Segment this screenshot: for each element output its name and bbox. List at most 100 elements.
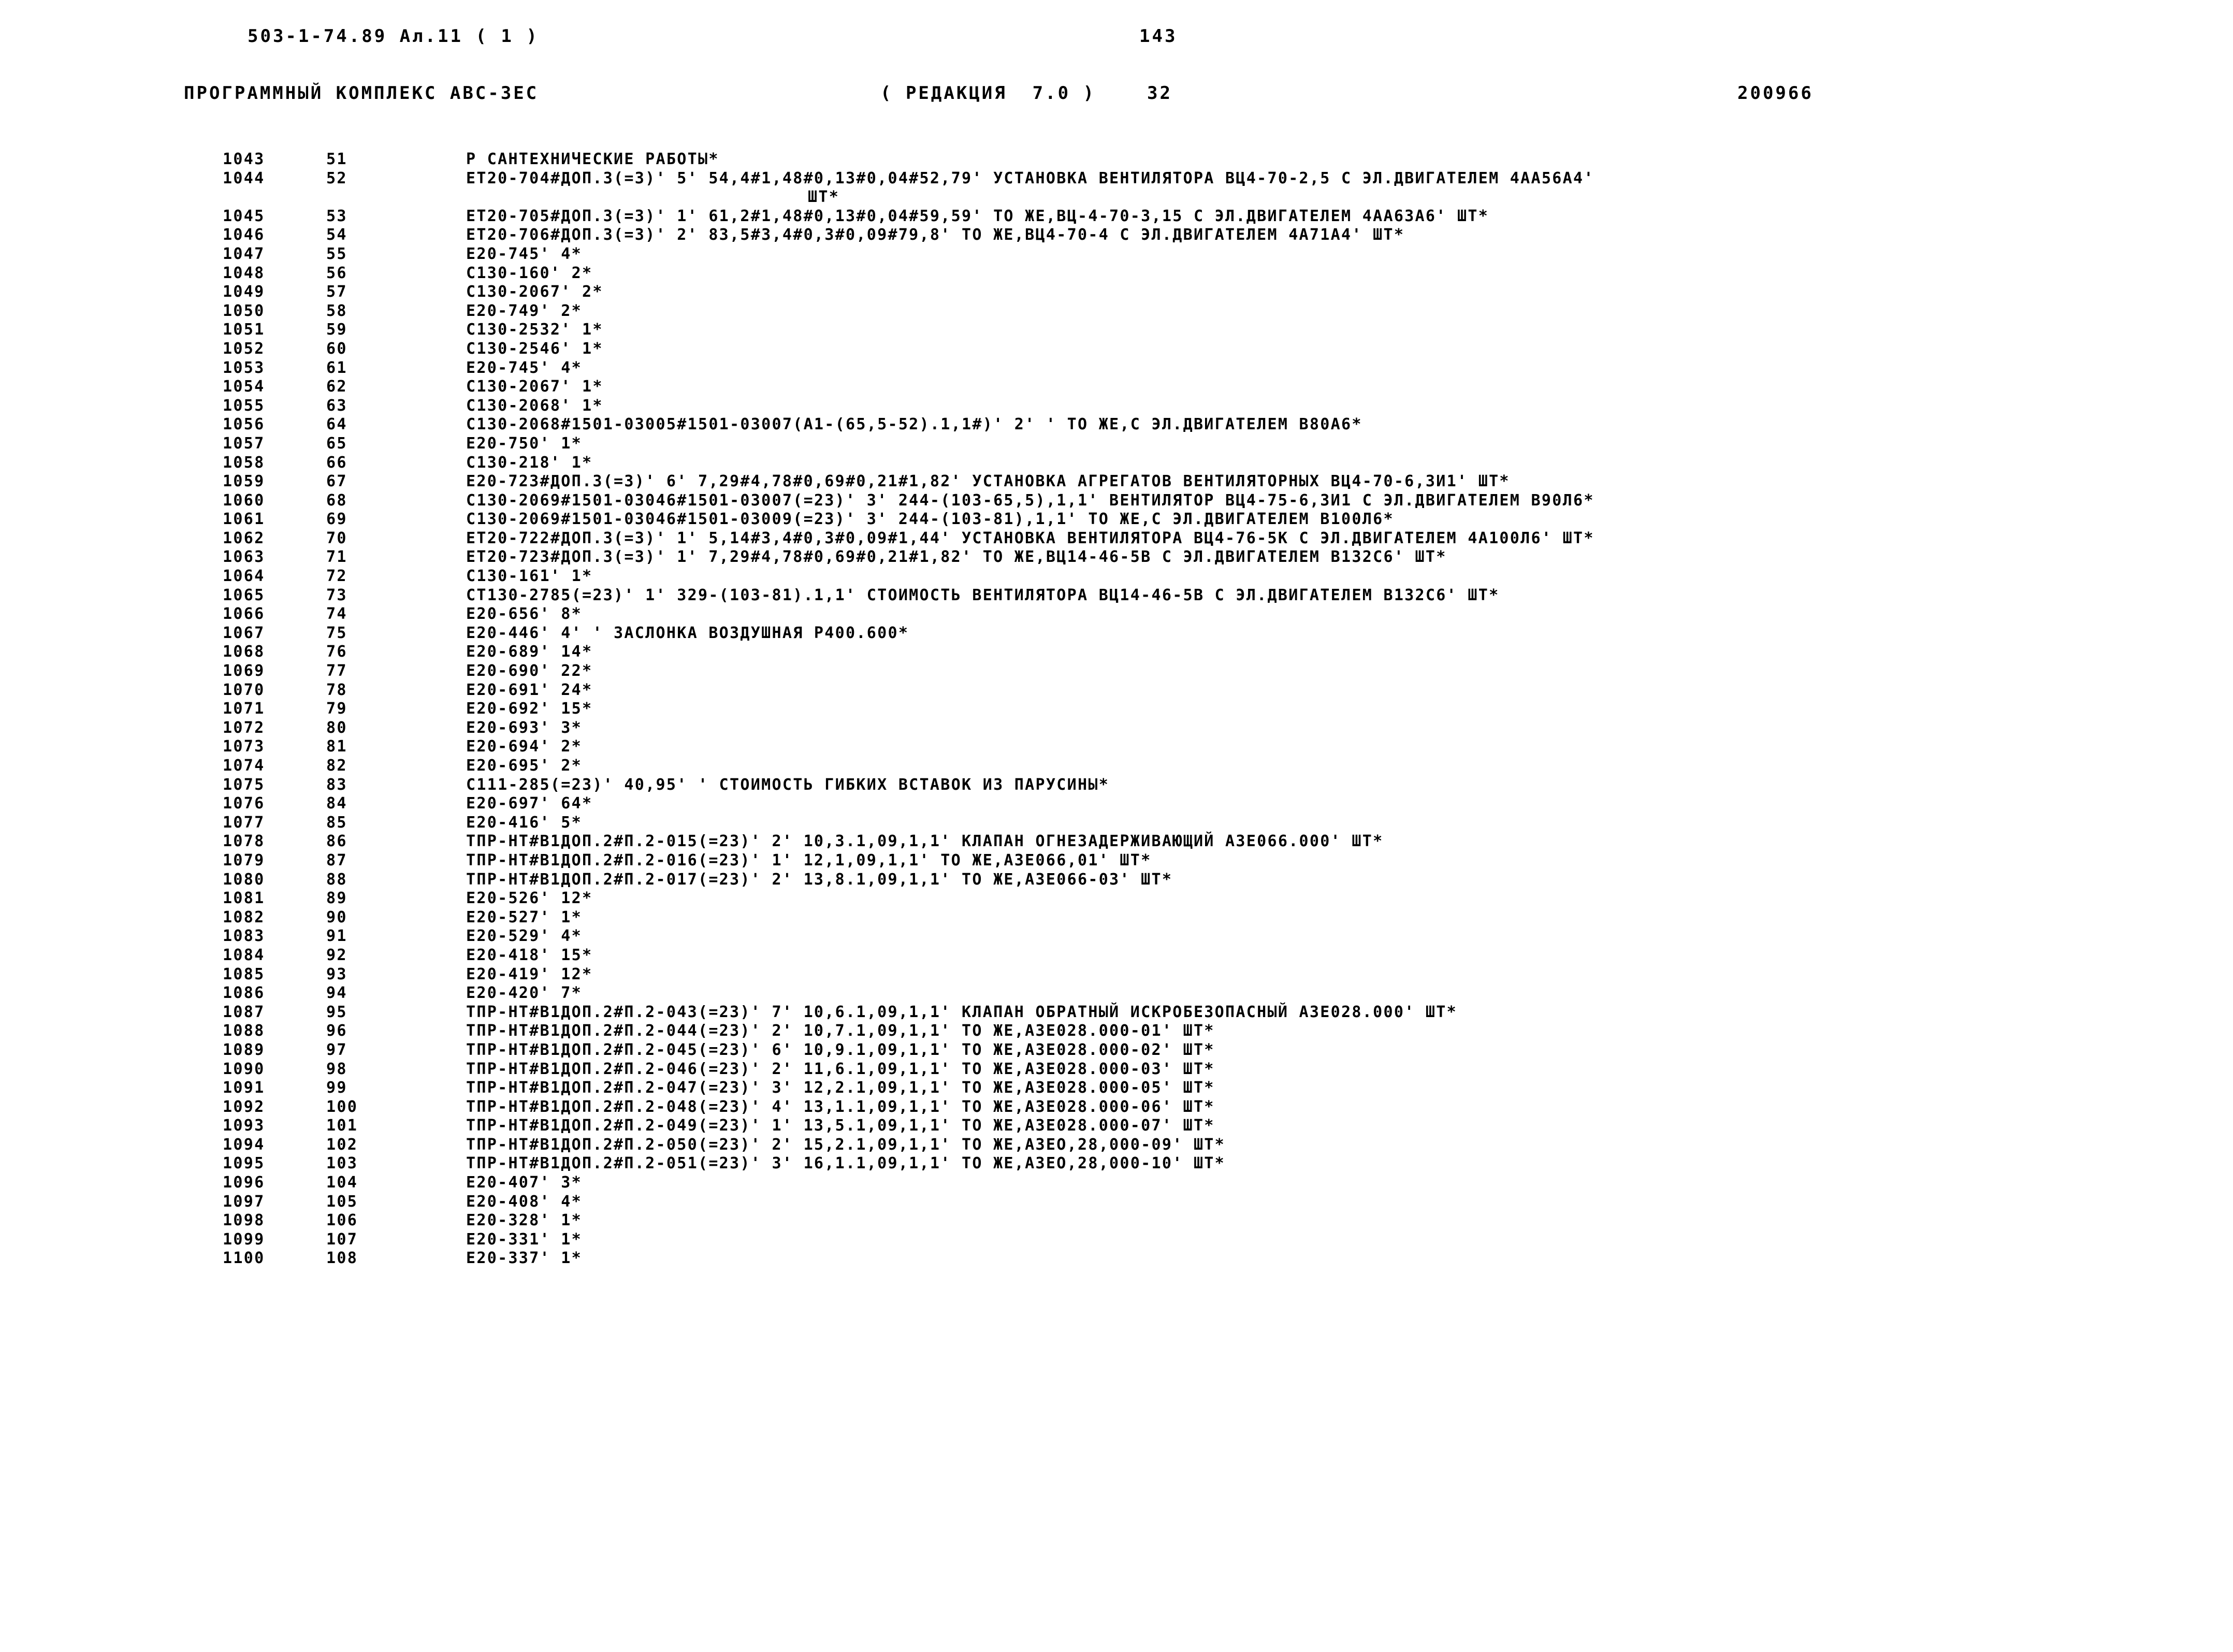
listing-row-item-number: 79	[326, 700, 347, 718]
listing-row-item-number: 81	[326, 737, 347, 756]
listing-row-sequence: 1069	[223, 662, 265, 680]
listing-row: 1088 96 ТПР-НТ#В1ДОП.2#П.2-044(=23)' 2' 10…	[0, 1022, 2233, 1041]
listing-row-sequence: 1093	[223, 1117, 265, 1135]
listing-row: 1069 77 Е20-690' 22*	[0, 662, 2233, 681]
listing-row-text: Е20-692' 15*	[466, 700, 593, 718]
listing-row-item-number: 64	[326, 415, 347, 434]
listing-row-text: ШТ*	[808, 188, 840, 207]
listing-row-item-number: 66	[326, 453, 347, 472]
listing-row-sequence: 1066	[223, 605, 265, 624]
listing-row: 1044 52 ЕТ20-704#ДОП.3(=3)' 5' 54,4#1,48#0…	[0, 169, 2233, 189]
listing-row-sequence: 1076	[223, 794, 265, 813]
listing-row-sequence: 1062	[223, 529, 265, 547]
listing-row-text: Е20-697' 64*	[466, 794, 593, 813]
listing-row: 1065 73 СТ130-2785(=23)' 1' 329-(103-81).1…	[0, 586, 2233, 605]
listing-row: 1079 87 ТПР-НТ#В1ДОП.2#П.2-016(=23)' 1' 12…	[0, 851, 2233, 871]
listing-row: 1046 54 ЕТ20-706#ДОП.3(=3)' 2' 83,5#3,4#0,…	[0, 226, 2233, 245]
listing-row-sequence: 1063	[223, 548, 265, 567]
listing-row-sequence: 1092	[223, 1097, 265, 1116]
listing-row-text: Е20-656' 8*	[466, 605, 582, 624]
listing-row-text: ТПР-НТ#В1ДОП.2#П.2-049(=23)' 1' 13,5.1,0…	[466, 1117, 1215, 1135]
listing-row-sequence: 1044	[223, 169, 265, 187]
listing-row-item-number: 97	[326, 1040, 347, 1059]
listing-row-item-number: 75	[326, 624, 347, 642]
listing-row-text: С130-2068#1501-03005#1501-03007(А1-(65,5…	[466, 415, 1362, 434]
listing-row-text: ЕТ20-704#ДОП.3(=3)' 5' 54,4#1,48#0,13#0,…	[466, 169, 1594, 187]
listing-row: 1054 62 С130-2067' 1*	[0, 378, 2233, 397]
listing-row: 1064 72 С130-161' 1*	[0, 567, 2233, 586]
listing-row-item-number: 106	[326, 1211, 358, 1230]
listing-row-sequence: 1071	[223, 700, 265, 718]
listing-row-text: ТПР-НТ#В1ДОП.2#П.2-047(=23)' 3' 12,2.1,0…	[466, 1079, 1215, 1097]
listing-row: 1099 107 Е20-331' 1*	[0, 1230, 2233, 1250]
listing-row: 1068 76 Е20-689' 14*	[0, 643, 2233, 662]
listing-row: 1063 71 ЕТ20-723#ДОП.3(=3)' 1' 7,29#4,78#0…	[0, 548, 2233, 567]
listing-row-text: С130-2069#1501-03046#1501-03007(=23)' 3'…	[466, 491, 1594, 510]
listing-row: ШТ*	[0, 188, 2233, 207]
listing-row: 1097 105 Е20-408' 4*	[0, 1193, 2233, 1212]
listing-row-text: ЕТ20-706#ДОП.3(=3)' 2' 83,5#3,4#0,3#0,09…	[466, 226, 1405, 244]
listing-row: 1057 65 Е20-750' 1*	[0, 434, 2233, 454]
listing-row-item-number: 65	[326, 434, 347, 453]
listing-row-item-number: 91	[326, 927, 347, 946]
listing-row-text: Е20-691' 24*	[466, 680, 593, 699]
listing-row-sequence: 1098	[223, 1211, 265, 1230]
listing-row: 1093 101 ТПР-НТ#В1ДОП.2#П.2-049(=23)' 1' 1…	[0, 1117, 2233, 1136]
listing-row-text: Е20-446' 4' ' ЗАСЛОНКА ВОЗДУШНАЯ Р400.60…	[466, 624, 909, 642]
listing-row-text: С130-2067' 2*	[466, 283, 603, 301]
listing-row-sequence: 1083	[223, 927, 265, 946]
listing-row-text: ТПР-НТ#В1ДОП.2#П.2-048(=23)' 4' 13,1.1,0…	[466, 1097, 1215, 1116]
listing-row-text: ТПР-НТ#В1ДОП.2#П.2-015(=23)' 2' 10,3.1,0…	[466, 832, 1384, 851]
listing-row-text: Е20-418' 15*	[466, 946, 593, 964]
listing-row-sequence: 1050	[223, 301, 265, 320]
listing-row-text: ТПР-НТ#В1ДОП.2#П.2-046(=23)' 2' 11,6.1,0…	[466, 1060, 1215, 1078]
listing-row-item-number: 102	[326, 1135, 358, 1154]
listing-row: 1076 84 Е20-697' 64*	[0, 794, 2233, 814]
listing-row-sequence: 1051	[223, 321, 265, 339]
listing-row: 1086 94 Е20-420' 7*	[0, 984, 2233, 1003]
document-page: 503-1-74.89 Ал.11 ( 1 ) 143 ПРОГРАММНЫЙ …	[0, 0, 2233, 1652]
listing-row-text: ТПР-НТ#В1ДОП.2#П.2-017(=23)' 2' 13,8.1,0…	[466, 870, 1173, 889]
listing-row-sequence: 1049	[223, 283, 265, 301]
listing-row-item-number: 80	[326, 718, 347, 737]
listing-row-text: Е20-526' 12*	[466, 889, 593, 908]
listing-row-text: ТПР-НТ#В1ДОП.2#П.2-045(=23)' 6' 10,9.1,0…	[466, 1040, 1215, 1059]
listing-row-item-number: 51	[326, 150, 347, 168]
listing-row: 1045 53 ЕТ20-705#ДОП.3(=3)' 1' 61,2#1,48#0…	[0, 207, 2233, 226]
listing-row-item-number: 105	[326, 1192, 358, 1211]
listing-row: 1094 102 ТПР-НТ#В1ДОП.2#П.2-050(=23)' 2' 1…	[0, 1136, 2233, 1155]
listing-row-item-number: 83	[326, 775, 347, 794]
listing-row-sequence: 1099	[223, 1230, 265, 1249]
listing-row-text: Е20-337' 1*	[466, 1249, 582, 1268]
listing-row: 1049 57 С130-2067' 2*	[0, 283, 2233, 302]
listing-row-sequence: 1077	[223, 813, 265, 832]
listing-row-text: Е20-331' 1*	[466, 1230, 582, 1249]
listing-row-sequence: 1068	[223, 643, 265, 661]
listing-row-sequence: 1087	[223, 1003, 265, 1021]
listing-row: 1080 88 ТПР-НТ#В1ДОП.2#П.2-017(=23)' 2' 13…	[0, 871, 2233, 890]
listing-row-item-number: 77	[326, 662, 347, 680]
listing-row: 1083 91 Е20-529' 4*	[0, 927, 2233, 946]
listing-row: 1047 55 Е20-745' 4*	[0, 245, 2233, 264]
listing-row-sequence: 1094	[223, 1135, 265, 1154]
listing-row-item-number: 84	[326, 794, 347, 813]
listing-row-sequence: 1082	[223, 908, 265, 926]
listing-row-item-number: 61	[326, 358, 347, 377]
listing-row-text: ТПР-НТ#В1ДОП.2#П.2-051(=23)' 3' 16,1.1,0…	[466, 1154, 1226, 1173]
listing-row-text: С130-218' 1*	[466, 453, 593, 472]
listing-row-item-number: 74	[326, 605, 347, 624]
listing-table: 1043 51 Р САНТЕХНИЧЕСКИЕ РАБОТЫ* 1044 52 ЕТ20…	[0, 150, 2233, 1268]
listing-row: 1058 66 С130-218' 1*	[0, 454, 2233, 473]
listing-row-sequence: 1096	[223, 1173, 265, 1192]
listing-row-item-number: 107	[326, 1230, 358, 1249]
listing-row-text: С130-2067' 1*	[466, 378, 603, 396]
revision-label: ( РЕДАКЦИЯ 7.0 )	[880, 83, 1096, 104]
listing-row-sequence: 1073	[223, 737, 265, 756]
listing-row-text: Е20-690' 22*	[466, 662, 593, 680]
listing-row-item-number: 58	[326, 301, 347, 320]
listing-row-sequence: 1057	[223, 434, 265, 453]
listing-row-item-number: 87	[326, 851, 347, 870]
listing-row-text: С130-2069#1501-03046#1501-03009(=23)' 3'…	[466, 510, 1394, 529]
listing-row-text: Е20-749' 2*	[466, 301, 582, 320]
document-id: 200966	[1737, 83, 1814, 104]
